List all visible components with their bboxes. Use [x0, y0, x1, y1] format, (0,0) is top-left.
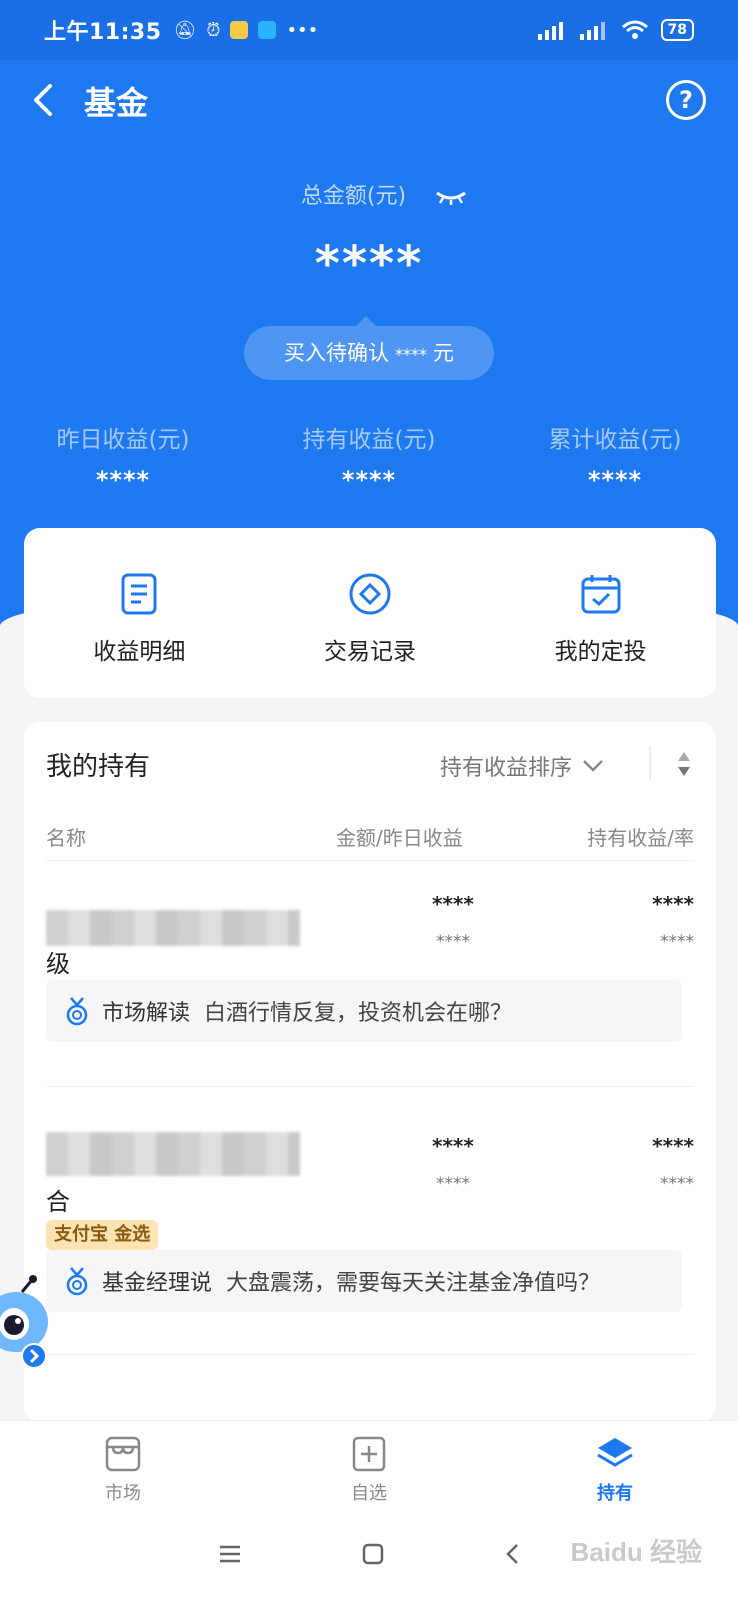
- fund-tip[interactable]: 市场解读 白酒行情反复，投资机会在哪？: [46, 980, 682, 1042]
- alarm-icon: ⏰︎: [206, 19, 221, 41]
- earnings-detail-button[interactable]: 收益明细: [24, 528, 255, 698]
- column-profit: 持有收益/率: [587, 826, 694, 850]
- fund-name-blurred: [46, 1132, 300, 1176]
- medal-icon: [66, 1267, 88, 1296]
- tab-holdings[interactable]: 持有: [492, 1421, 738, 1512]
- app-notification-icon: [230, 21, 249, 39]
- fund-tip[interactable]: 基金经理说 大盘震荡，需要每天关注基金净值吗？: [46, 1250, 682, 1312]
- battery-indicator: 78: [660, 19, 694, 41]
- column-amount: 金额/昨日收益: [336, 826, 463, 850]
- back-arrow-icon[interactable]: [28, 80, 62, 120]
- hide-eye-icon[interactable]: [435, 189, 467, 205]
- fund-name-blurred: [46, 910, 300, 946]
- mute-icon: 🔕︎: [173, 19, 197, 41]
- holdings-card: 我的持有 持有收益排序 名称 金额/昨日收益 持有收益/率 级 **** ***…: [24, 722, 716, 1422]
- header-divider: [46, 860, 694, 861]
- wifi-icon: [621, 20, 648, 39]
- page-title: 基金: [84, 84, 149, 122]
- row-divider: [46, 1086, 694, 1087]
- status-bar: 上午11:35 🔕︎ ⏰︎ ••• 78: [0, 0, 738, 60]
- fund-name: 合: [46, 1188, 70, 1216]
- medal-icon: [66, 997, 88, 1026]
- store-icon: [105, 1436, 141, 1472]
- navigation-bar: 基金 ?: [0, 60, 738, 140]
- fund-name: 级: [46, 950, 70, 978]
- home-icon[interactable]: [361, 1542, 385, 1570]
- diamond-circle-icon: [349, 573, 391, 615]
- transaction-record-button[interactable]: 交易记录: [255, 528, 486, 698]
- floating-assistant-mascot[interactable]: [0, 1262, 52, 1382]
- fund-amount: ****: [432, 1134, 474, 1158]
- document-icon: [121, 573, 157, 615]
- holding-earnings[interactable]: 持有收益(元) ****: [246, 420, 492, 494]
- tab-watchlist[interactable]: 自选: [246, 1421, 492, 1512]
- alipay-selected-badge: 支付宝 金选: [46, 1220, 159, 1250]
- cumulative-earnings[interactable]: 累计收益(元) ****: [492, 420, 738, 494]
- fund-profit: ****: [652, 892, 694, 916]
- signal-hd-icon: [579, 22, 605, 40]
- system-back-icon[interactable]: [503, 1542, 521, 1570]
- earnings-row: 昨日收益(元) **** 持有收益(元) **** 累计收益(元) ****: [0, 420, 738, 494]
- yesterday-earnings[interactable]: 昨日收益(元) ****: [0, 420, 246, 494]
- fund-yesterday: ****: [436, 932, 470, 952]
- total-amount-value: ****: [314, 236, 424, 292]
- fund-rate: ****: [660, 932, 694, 952]
- chevron-down-icon: [583, 760, 603, 772]
- row-divider: [46, 1354, 694, 1355]
- calendar-check-icon: [581, 575, 621, 614]
- help-icon[interactable]: ?: [666, 80, 706, 120]
- fund-rate: ****: [660, 1174, 694, 1194]
- bottom-tab-bar: 市场 自选 持有: [0, 1420, 738, 1512]
- holdings-title: 我的持有: [46, 752, 151, 782]
- divider: [649, 746, 651, 780]
- my-auto-invest-button[interactable]: 我的定投: [485, 528, 716, 698]
- column-name: 名称: [46, 826, 86, 850]
- baidu-watermark: Baidu 经验: [570, 1537, 702, 1567]
- status-notification-icons: 🔕︎ ⏰︎ •••: [174, 20, 319, 41]
- layers-icon: [597, 1438, 633, 1467]
- sort-order-icon[interactable]: [676, 750, 692, 778]
- quick-actions-card: 收益明细 交易记录 我的定投: [24, 528, 716, 698]
- fund-amount: ****: [432, 892, 474, 916]
- alipay-notification-icon: [258, 21, 277, 39]
- tab-market[interactable]: 市场: [0, 1421, 246, 1512]
- menu-icon[interactable]: [217, 1543, 243, 1569]
- sort-dropdown[interactable]: 持有收益排序: [440, 750, 604, 782]
- status-time: 上午11:35: [44, 20, 162, 45]
- add-box-icon: [352, 1436, 386, 1472]
- signal-icon: [537, 22, 563, 40]
- pending-confirmation-pill[interactable]: 买入待确认 **** 元: [244, 316, 494, 380]
- fund-yesterday: ****: [436, 1174, 470, 1194]
- fund-profit: ****: [652, 1134, 694, 1158]
- more-icon: •••: [286, 19, 319, 41]
- total-amount-label: 总金额(元): [0, 178, 738, 210]
